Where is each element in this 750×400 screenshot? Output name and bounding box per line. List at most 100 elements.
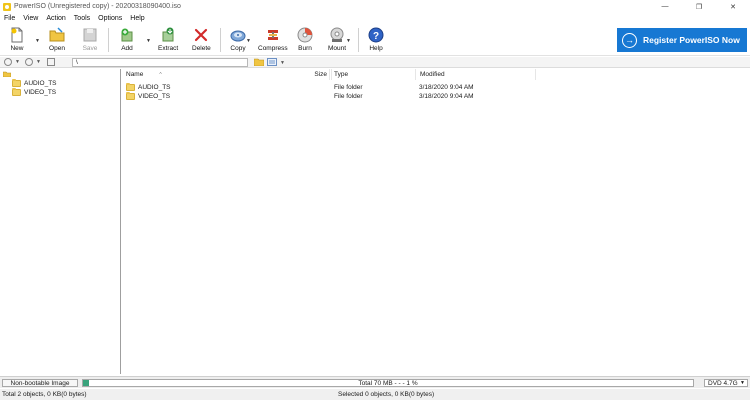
menu-view[interactable]: View <box>19 15 42 22</box>
add-files-icon <box>119 27 135 43</box>
row-modified: 3/18/2020 9:04 AM <box>419 84 474 91</box>
compress-button[interactable]: Compress <box>258 27 288 55</box>
folder-tree[interactable]: AUDIO_TS VIDEO_TS <box>0 69 121 374</box>
add-button[interactable]: Add <box>119 27 135 55</box>
compress-label: Compress <box>258 45 288 52</box>
back-dropdown-arrow[interactable]: ▼ <box>15 59 20 65</box>
row-modified: 3/18/2020 9:04 AM <box>419 93 474 100</box>
list-view-icon[interactable] <box>267 58 277 66</box>
tree-item-label: VIDEO_TS <box>24 88 57 96</box>
add-dropdown-arrow[interactable]: ▼ <box>146 38 151 44</box>
window-controls: — ❐ ✕ <box>648 0 750 13</box>
tree-item-video-ts[interactable]: VIDEO_TS <box>12 87 57 96</box>
save-button[interactable]: Save <box>82 27 98 55</box>
folder-icon <box>126 92 135 100</box>
copy-dropdown-arrow[interactable]: ▼ <box>246 38 251 44</box>
copy-disc-icon <box>230 27 246 43</box>
file-list[interactable]: Name ^ Size Type Modified AUDIO_TS File … <box>122 69 750 374</box>
tree-item-audio-ts[interactable]: AUDIO_TS <box>12 78 57 87</box>
maximize-button[interactable]: ❐ <box>682 0 716 13</box>
menu-options[interactable]: Options <box>94 15 126 22</box>
delete-button[interactable]: Delete <box>192 27 211 55</box>
open-button[interactable]: Open <box>49 27 65 55</box>
add-label: Add <box>121 45 133 52</box>
column-type-label: Type <box>334 71 349 78</box>
column-size-label: Size <box>314 71 327 78</box>
column-header-modified[interactable]: Modified <box>416 69 536 80</box>
forward-dropdown-arrow[interactable]: ▼ <box>36 59 41 65</box>
svg-text:?: ? <box>373 31 379 42</box>
burn-label: Burn <box>298 45 312 52</box>
disc-type-select[interactable]: DVD 4.7G ▼ <box>704 379 748 387</box>
new-document-icon <box>9 27 25 43</box>
copy-label: Copy <box>230 45 246 52</box>
extract-button[interactable]: Extract <box>158 27 178 55</box>
help-button[interactable]: ? Help <box>368 27 384 55</box>
folder-icon <box>12 87 21 96</box>
column-header-size[interactable]: Size <box>220 69 330 80</box>
save-label: Save <box>82 45 98 52</box>
status-total-objects: Total 2 objects, 0 KB(0 bytes) <box>2 391 87 398</box>
save-disk-icon <box>82 27 98 43</box>
menu-file[interactable]: File <box>0 15 19 22</box>
root-iso-icon[interactable] <box>2 71 12 78</box>
mount-drive-icon <box>329 27 345 43</box>
burn-button[interactable]: Burn <box>297 27 313 55</box>
delete-x-icon <box>193 27 209 43</box>
chevron-down-icon: ▼ <box>740 380 745 386</box>
menu-help[interactable]: Help <box>126 15 148 22</box>
open-label: Open <box>49 45 65 52</box>
status-bar: Total 2 objects, 0 KB(0 bytes) Selected … <box>0 389 750 400</box>
sort-caret-icon: ^ <box>159 71 162 78</box>
help-label: Help <box>369 45 383 52</box>
view-dropdown-arrow[interactable]: ▼ <box>280 60 285 66</box>
mount-button[interactable]: Mount <box>328 27 346 55</box>
extract-icon <box>160 27 176 43</box>
menu-bar: File View Action Tools Options Help <box>0 13 750 24</box>
minimize-button[interactable]: — <box>648 0 682 13</box>
table-row[interactable]: VIDEO_TS File folder 3/18/2020 9:04 AM <box>122 92 750 101</box>
compress-clamp-icon <box>265 27 281 43</box>
burn-disc-icon <box>297 27 313 43</box>
mount-dropdown-arrow[interactable]: ▼ <box>346 38 351 44</box>
register-poweriso-button[interactable]: → Register PowerISO Now <box>617 28 747 52</box>
menu-action[interactable]: Action <box>42 15 69 22</box>
row-size <box>297 92 327 101</box>
extract-label: Extract <box>158 45 179 52</box>
menu-tools[interactable]: Tools <box>70 15 94 22</box>
back-icon[interactable] <box>4 58 12 66</box>
forward-icon[interactable] <box>24 58 33 66</box>
row-name: AUDIO_TS <box>138 84 171 91</box>
copy-button[interactable]: Copy <box>230 27 246 55</box>
column-header-type[interactable]: Type <box>330 69 416 80</box>
capacity-meter: Total 70 MB - - - 1 % <box>82 379 694 387</box>
folder-view-icon[interactable] <box>253 58 265 67</box>
new-dropdown-arrow[interactable]: ▼ <box>35 38 40 44</box>
register-label: Register PowerISO Now <box>643 35 740 45</box>
close-button[interactable]: ✕ <box>716 0 750 13</box>
up-folder-icon[interactable] <box>46 58 55 66</box>
arrow-right-circle-icon: → <box>622 32 637 48</box>
navigation-bar: ▼ ▼ \ ▼ <box>0 57 750 68</box>
status-selected-objects: Selected 0 objects, 0 KB(0 bytes) <box>338 391 435 398</box>
open-folder-icon <box>49 27 65 43</box>
row-type: File folder <box>334 84 363 91</box>
capacity-text: Total 70 MB - - - 1 % <box>358 379 418 387</box>
toolbar-separator <box>358 28 359 52</box>
row-name-cell: AUDIO_TS <box>126 83 171 92</box>
toolbar-separator <box>108 28 109 52</box>
row-size <box>297 83 327 92</box>
mount-label: Mount <box>328 45 347 52</box>
boot-status-box[interactable]: Non-bootable Image <box>2 379 78 387</box>
title-bar: PowerISO (Unregistered copy) - 202003180… <box>0 0 750 13</box>
disc-type-value: DVD 4.7G <box>708 379 738 387</box>
folder-icon <box>126 83 135 91</box>
poweriso-app-icon <box>3 2 11 11</box>
row-name: VIDEO_TS <box>138 93 171 100</box>
new-button[interactable]: New <box>9 27 25 55</box>
tree-item-label: AUDIO_TS <box>24 79 57 87</box>
help-question-icon: ? <box>368 27 384 43</box>
table-row[interactable]: AUDIO_TS File folder 3/18/2020 9:04 AM <box>122 83 750 92</box>
row-type: File folder <box>334 93 363 100</box>
path-input[interactable]: \ <box>72 58 248 67</box>
